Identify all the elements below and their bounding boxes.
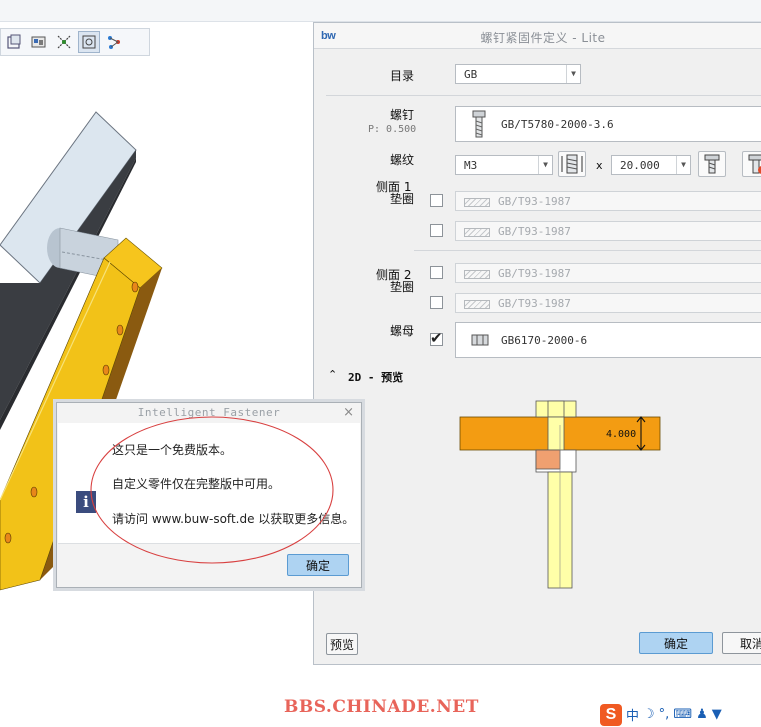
preview-button[interactable]: 预览 [326,633,358,655]
catalog-label: 目录 [390,69,415,83]
nut-checkbox[interactable] [430,329,443,347]
nut-value: GB6170-2000-6 [501,334,588,347]
catalog-select[interactable]: GB ▼ [455,64,581,84]
divider [414,250,761,251]
pitch-text: P: 0.500 [368,124,417,135]
side1-washer2-checkbox[interactable] [430,224,443,237]
side1-washer-label: 垫圈 [390,192,415,206]
view-display-icon[interactable] [78,31,100,53]
times-sign: x [596,159,603,172]
length-value: 20.000 [620,159,660,172]
washer-icon [464,299,490,309]
view-network-icon[interactable] [103,31,125,53]
side2-washer1-select[interactable]: GB/T93-1987 [455,263,761,283]
side2-washer-label: 垫圈 [390,280,415,294]
keyboard-icon[interactable]: ⌨ [673,707,692,722]
side2-washer2-value: GB/T93-1987 [498,297,571,310]
user-icon[interactable]: ♟ [696,707,708,722]
thread-length-icon [561,154,583,174]
washer-icon [464,197,490,207]
side1-washer1-value: GB/T93-1987 [498,195,571,208]
thread-label: 螺纹 [390,153,415,167]
washer-icon [464,227,490,237]
moon-icon[interactable]: ☽ [643,707,655,722]
thread-length-button[interactable] [558,151,586,177]
side1-washer2-value: GB/T93-1987 [498,225,571,238]
chevron-down-icon: ▼ [676,156,690,174]
ime-toolbar[interactable]: S 中 ☽ °, ⌨ ♟ ▼ [598,702,761,727]
side2-washer2-select[interactable]: GB/T93-1987 [455,293,761,313]
screw-property-icon [704,154,720,174]
shirt-icon[interactable]: ▼ [712,707,722,722]
washer-icon [464,269,490,279]
screw-property-button[interactable] [698,151,726,177]
annotation-ellipse [90,416,334,564]
view-palette-icon[interactable] [28,31,50,53]
screw-options-button[interactable] [742,151,761,177]
close-icon[interactable]: × [343,405,354,420]
screw-options-icon [748,154,761,174]
screw-select[interactable]: GB/T5780-2000-3.6 [455,106,761,142]
screw-icon [472,110,486,138]
dialog-titlebar: bw 螺钉紧固件定义 - Lite [314,23,761,49]
sogou-logo: S [600,703,622,726]
2d-preview: 4.000 [459,400,661,589]
side1-washer1-select[interactable]: GB/T93-1987 [455,191,761,211]
top-strip [0,0,761,22]
side1-washer1-checkbox[interactable] [430,194,443,207]
nut-select[interactable]: GB6170-2000-6 [455,322,761,358]
view-axes-icon[interactable] [53,31,75,53]
chevron-down-icon: ▼ [538,156,552,174]
side2-washer2-checkbox[interactable] [430,296,443,309]
nut-label: 螺母 [390,324,415,338]
thread-select[interactable]: M3 ▼ [455,155,553,175]
dimension-value: 4.000 [606,429,636,440]
fastener-dialog: bw 螺钉紧固件定义 - Lite 目录 GB ▼ 螺钉 P: 0.500 GB… [313,22,761,665]
nut-icon [471,334,489,346]
view-box-icon[interactable] [3,31,25,53]
dialog-title: 螺钉紧固件定义 - Lite [480,31,606,45]
preview-header: 2D - 预览 [348,371,404,384]
catalog-value: GB [464,68,478,81]
preview-collapse-icon[interactable]: ⌃ [328,368,337,381]
ok-button[interactable]: 确定 [639,632,713,654]
side2-washer1-value: GB/T93-1987 [498,267,571,280]
side1-washer2-select[interactable]: GB/T93-1987 [455,221,761,241]
cancel-button[interactable]: 取消 [722,632,761,654]
length-select[interactable]: 20.000 ▼ [611,155,691,175]
thread-value: M3 [464,159,478,172]
chevron-down-icon: ▼ [566,65,580,83]
screw-label: 螺钉 [390,108,415,122]
side2-washer1-checkbox[interactable] [430,266,443,279]
ime-mode[interactable]: 中 [626,705,639,724]
forum-watermark: BBS.CHINADE.NET [284,697,479,717]
punctuation-icon[interactable]: °, [659,707,670,722]
view-toolbar [0,28,150,56]
divider [326,95,761,96]
screw-value: GB/T5780-2000-3.6 [501,118,614,131]
